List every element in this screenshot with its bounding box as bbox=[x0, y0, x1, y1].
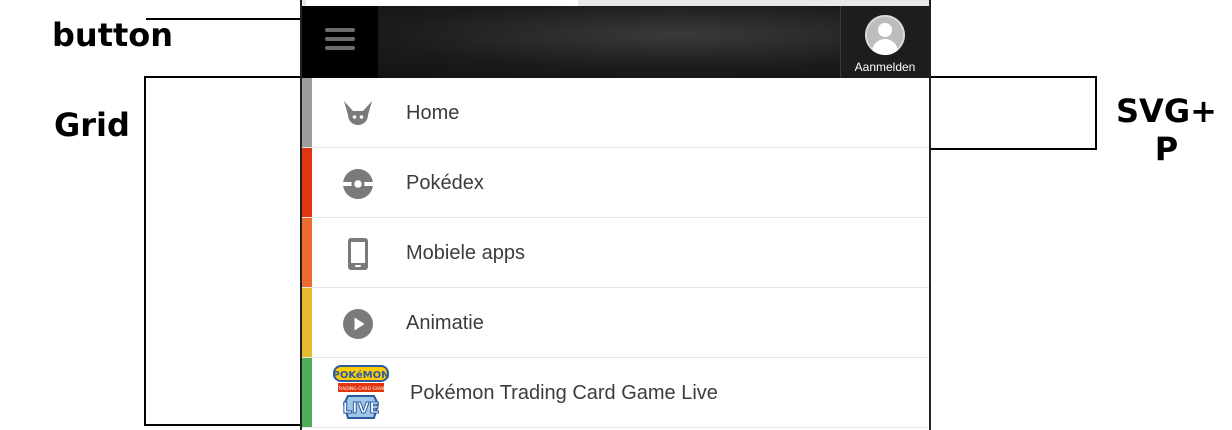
mobile-viewport: Aanmelden Home Pokédex Mobiele apps Anim… bbox=[300, 0, 931, 430]
play-icon bbox=[343, 309, 373, 339]
site-header: Aanmelden bbox=[302, 6, 929, 78]
annotation-svg-bracket-right bbox=[1095, 76, 1097, 150]
annotation-grid-bracket-bottom bbox=[144, 424, 302, 426]
annotation-grid-bracket-left bbox=[144, 76, 146, 426]
menu-item-stripe bbox=[302, 78, 312, 147]
logo-top-text: POKéMON bbox=[332, 369, 389, 381]
annotation-svg-bracket-top bbox=[931, 76, 1097, 78]
menu-item-stripe bbox=[302, 218, 312, 287]
menu-item-home[interactable]: Home bbox=[302, 78, 929, 148]
pokemon-tcg-live-logo: POKéMON TRADING CARD GAME LIVE bbox=[332, 365, 390, 419]
logo-bottom-text: LIVE bbox=[343, 399, 380, 417]
logo-band-text: TRADING CARD GAME bbox=[335, 386, 386, 392]
annotation-grid-bracket-top bbox=[146, 76, 302, 78]
pokeball-icon bbox=[342, 169, 374, 199]
smartphone-icon bbox=[348, 238, 368, 270]
user-avatar-icon bbox=[865, 15, 905, 55]
menu-item-label: Mobiele apps bbox=[406, 242, 525, 264]
annotation-svg-p-line1: SVG+ bbox=[1116, 92, 1217, 130]
hamburger-icon bbox=[325, 28, 355, 55]
menu-item-label: Home bbox=[406, 102, 460, 124]
annotation-button-label: button bbox=[52, 16, 174, 54]
navigation-menu: Home Pokédex Mobiele apps Animatie POKéM… bbox=[302, 78, 929, 428]
annotation-svg-p-line2: P bbox=[1154, 130, 1179, 168]
menu-item-stripe bbox=[302, 288, 312, 357]
login-label: Aanmelden bbox=[854, 60, 916, 74]
menu-item-tcg-live[interactable]: POKéMON TRADING CARD GAME LIVE Pokémon T… bbox=[302, 358, 929, 428]
annotation-svg-p-label: SVG+ P bbox=[1116, 92, 1217, 168]
annotation-grid-label: Grid bbox=[54, 106, 130, 144]
menu-item-stripe bbox=[302, 148, 312, 217]
menu-item-label: Pokémon Trading Card Game Live bbox=[410, 382, 718, 404]
menu-item-label: Pokédex bbox=[406, 172, 484, 194]
menu-item-label: Animatie bbox=[406, 312, 484, 334]
login-button[interactable]: Aanmelden bbox=[840, 6, 929, 78]
hamburger-menu-button[interactable] bbox=[302, 6, 378, 78]
menu-item-animation[interactable]: Animatie bbox=[302, 288, 929, 358]
menu-item-stripe bbox=[302, 358, 312, 427]
menu-item-mobile-apps[interactable]: Mobiele apps bbox=[302, 218, 929, 288]
menu-item-pokedex[interactable]: Pokédex bbox=[302, 148, 929, 218]
annotation-button-line bbox=[146, 18, 301, 20]
pikachu-ears-icon bbox=[344, 101, 372, 125]
